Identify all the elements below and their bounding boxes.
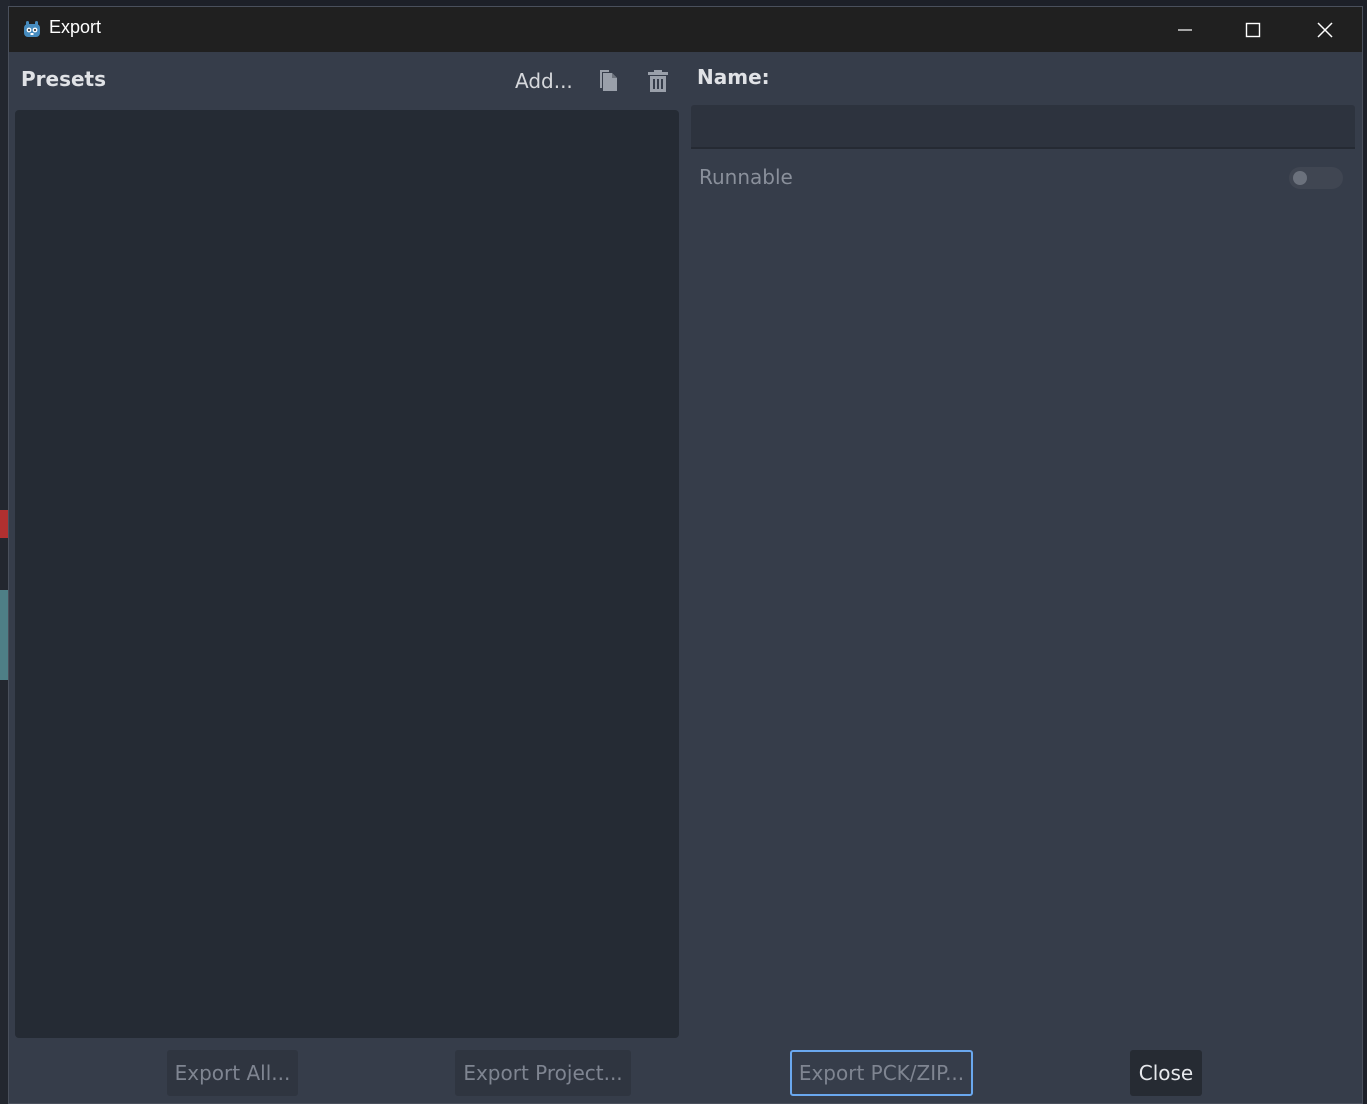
duplicate-preset-button[interactable] [596,67,624,95]
presets-heading-text: Presets [21,67,107,91]
godot-icon [24,21,40,37]
export-project-button[interactable]: Export Project... [455,1050,631,1096]
window-title: Export [49,17,102,37]
minimize-icon [1178,28,1192,31]
close-button[interactable]: Close [1130,1050,1202,1096]
add-preset-button[interactable]: Add... [509,65,579,97]
trash-icon [648,70,668,92]
minimize-button[interactable] [1151,7,1219,52]
runnable-toggle[interactable] [1289,167,1343,189]
duplicate-icon [600,70,617,91]
delete-preset-button[interactable] [644,67,672,95]
name-label: Name: [697,65,770,89]
background-marker [0,590,8,680]
close-window-button[interactable] [1291,7,1359,52]
title-bar: Export [9,7,1362,52]
runnable-label: Runnable [699,165,793,189]
presets-list[interactable] [15,110,679,1038]
name-field[interactable] [691,105,1355,149]
close-icon [1317,21,1333,38]
export-all-button[interactable]: Export All... [167,1050,298,1096]
maximize-icon [1245,22,1261,37]
export-pck-zip-button[interactable]: Export PCK/ZIP... [790,1050,973,1096]
background-marker [0,510,8,538]
maximize-button[interactable] [1219,7,1287,52]
export-dialog: Export Presets Add... Name: Runnable Exp… [8,6,1363,1104]
toggle-knob [1293,171,1307,185]
